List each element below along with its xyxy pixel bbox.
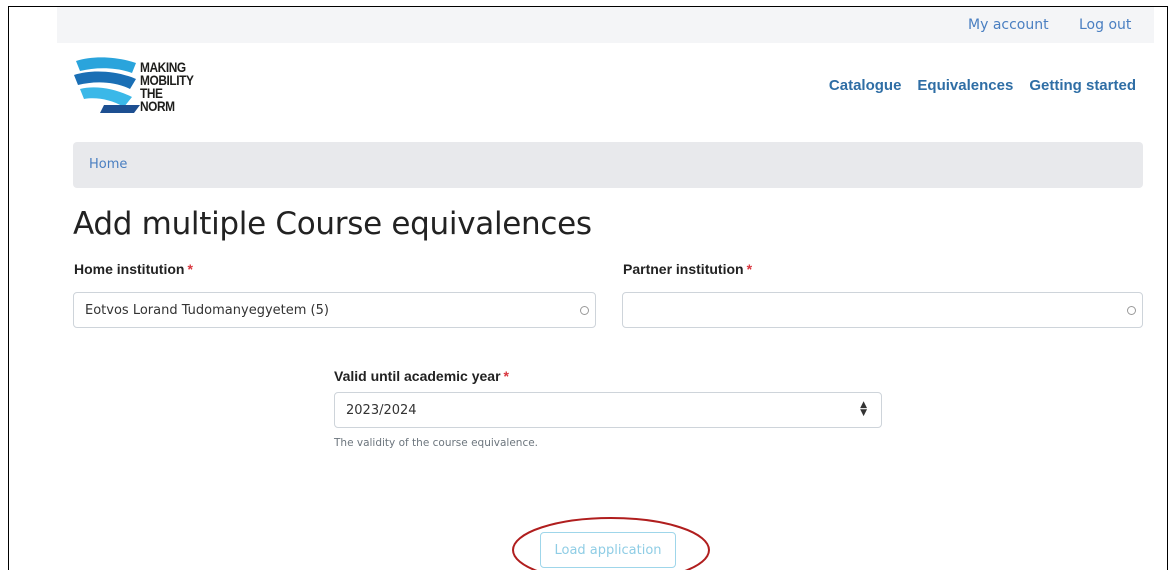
main-navigation: Catalogue Equivalences Getting started [829, 77, 1136, 94]
home-institution-autocomplete[interactable]: Eotvos Lorand Tudomanyegyetem (5) [73, 292, 596, 328]
load-application-button[interactable]: Load application [540, 532, 676, 568]
autocomplete-throbber-icon [580, 306, 589, 315]
select-updown-icon: ▲ ▼ [860, 400, 867, 418]
nav-catalogue[interactable]: Catalogue [829, 77, 902, 94]
top-utility-bar: My account Log out [57, 7, 1154, 43]
valid-until-selected-value: 2023/2024 [346, 403, 417, 418]
breadcrumb-home-link[interactable]: Home [89, 157, 127, 172]
home-institution-value: Eotvos Lorand Tudomanyegyetem (5) [85, 303, 329, 318]
valid-until-select[interactable]: 2023/2024 ▲ ▼ [334, 392, 882, 428]
home-institution-label: Home institution * [74, 261, 193, 277]
required-marker: * [187, 261, 193, 277]
required-marker: * [746, 261, 753, 277]
partner-institution-label-text: Partner institution [623, 261, 744, 277]
frame-right-border [1167, 6, 1168, 570]
partner-institution-autocomplete[interactable] [622, 292, 1143, 328]
autocomplete-throbber-icon [1127, 306, 1136, 315]
required-marker: * [503, 368, 509, 384]
my-account-link[interactable]: My account [968, 17, 1049, 33]
partner-institution-label: Partner institution * [623, 261, 752, 277]
frame-left-border [8, 6, 9, 570]
nav-equivalences[interactable]: Equivalences [917, 77, 1013, 94]
page-title: Add multiple Course equivalences [73, 206, 592, 242]
nav-getting-started[interactable]: Getting started [1029, 77, 1136, 94]
site-logo[interactable]: MAKING MOBILITY THE NORM [74, 55, 204, 115]
logo-swoosh-icon [74, 57, 140, 113]
log-out-link[interactable]: Log out [1079, 17, 1131, 33]
logo-wordmark: MAKING MOBILITY THE NORM [140, 60, 194, 114]
home-institution-label-text: Home institution [74, 261, 185, 277]
valid-until-help-text: The validity of the course equivalence. [334, 437, 539, 449]
valid-until-label: Valid until academic year * [334, 368, 509, 384]
logo-line-3: THE NORM [140, 85, 175, 114]
valid-until-label-text: Valid until academic year [334, 368, 501, 384]
breadcrumb: Home [73, 142, 1143, 188]
